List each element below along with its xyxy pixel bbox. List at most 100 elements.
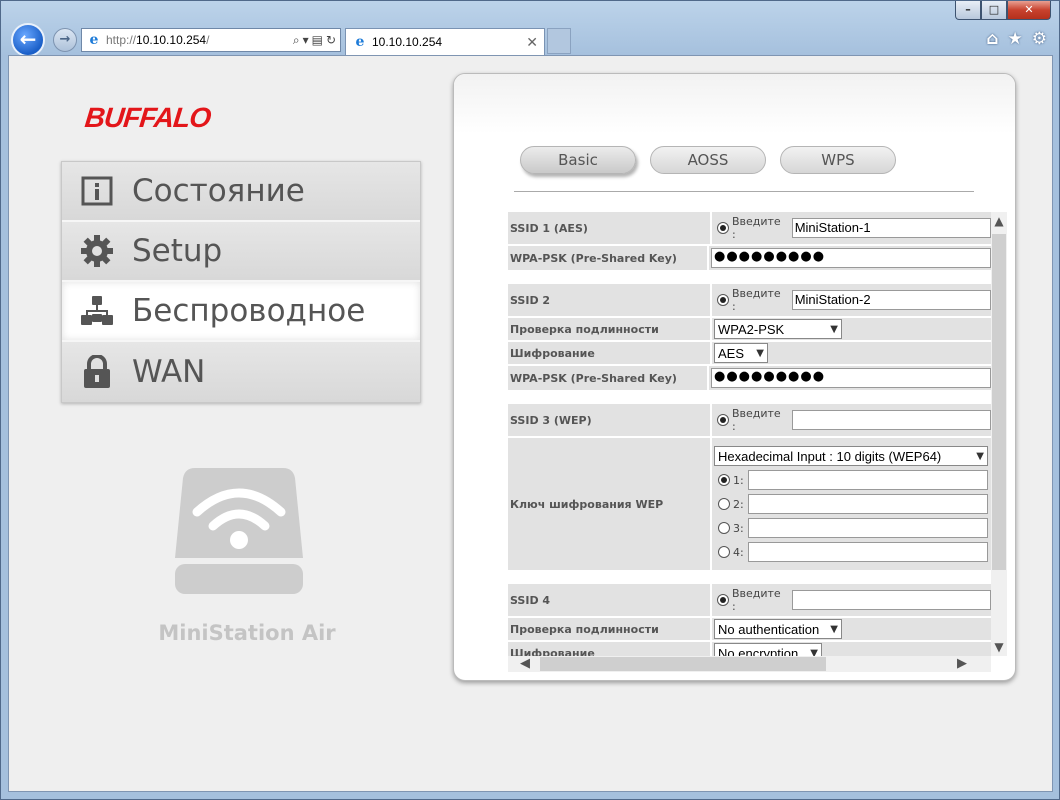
wep-key-2-row: 2:	[714, 494, 988, 514]
wep-key-1-radio[interactable]	[718, 474, 730, 486]
maximize-button[interactable]: □	[981, 1, 1007, 20]
favorites-icon[interactable]: ★	[1008, 29, 1023, 49]
ssid1-label: SSID 1 (AES)	[508, 212, 710, 244]
tab-close-icon[interactable]: ✕	[526, 34, 538, 51]
wep-key-1-input[interactable]	[747, 470, 988, 490]
ssid3-enter-radio[interactable]	[717, 414, 729, 426]
ssid4-auth-select[interactable]: No authentication ▼	[714, 619, 842, 639]
forward-button[interactable]: →	[53, 28, 77, 52]
ssid3-input[interactable]	[791, 410, 991, 430]
sidebar-item-status[interactable]: Состояние	[62, 162, 420, 222]
ssid4-enc-label: Шифрование	[508, 642, 710, 656]
wireless-network-icon	[79, 293, 115, 329]
wep-key-4-radio[interactable]	[718, 546, 730, 558]
vertical-scroll-thumb[interactable]	[992, 234, 1006, 570]
chevron-down-icon: ▼	[830, 623, 838, 635]
ssid2-enc-select[interactable]: AES ▼	[714, 343, 768, 363]
ssid2-auth-value: WPA2-PSK	[718, 321, 785, 337]
ssid4-input[interactable]	[791, 590, 991, 610]
scroll-left-icon[interactable]: ◀	[520, 656, 530, 672]
tab-basic[interactable]: Basic	[520, 146, 636, 174]
device-name: MiniStation Air	[158, 621, 336, 645]
address-bar[interactable]: e http:// 10.10.10.254 / ⌕ ▾ ▤ ↻	[81, 28, 341, 52]
ssid1-enter-radio[interactable]	[717, 222, 729, 234]
ssid2-psk-row: WPA-PSK (Pre-Shared Key) ●●●●●●●●●	[508, 366, 991, 390]
chevron-down-icon: ▼	[756, 347, 764, 359]
wep-key-2-radio[interactable]	[718, 498, 730, 510]
ssid4-row: SSID 4 Введите :	[508, 584, 991, 616]
ssid2-row: SSID 2 Введите : MiniStation-2	[508, 284, 991, 316]
ssid4-enter-radio[interactable]	[717, 594, 729, 606]
info-icon	[79, 173, 115, 209]
settings-icon[interactable]: ⚙	[1032, 29, 1047, 49]
tab-title: 10.10.10.254	[372, 35, 443, 49]
wep-type-select[interactable]: Hexadecimal Input : 10 digits (WEP64) ▼	[714, 446, 988, 466]
gear-icon	[79, 233, 115, 269]
ssid1-psk-input[interactable]: ●●●●●●●●●	[711, 248, 991, 268]
ssid4-enc-select[interactable]: No encryption ▼	[714, 643, 822, 656]
wep-key-3-input[interactable]	[747, 518, 988, 538]
wep-key-4-input[interactable]	[747, 542, 988, 562]
horizontal-scrollbar[interactable]: ◀ ▶	[508, 656, 991, 672]
ie-page-icon: e	[89, 32, 99, 48]
ssid2-auth-row: Проверка подлинности WPA2-PSK ▼	[508, 318, 991, 340]
wep-key-2-input[interactable]	[747, 494, 988, 514]
sidebar-item-label: Состояние	[132, 173, 305, 209]
new-tab-button[interactable]	[547, 28, 571, 54]
divider	[514, 191, 974, 192]
wireless-form: SSID 1 (AES) Введите : MiniStation-1 WPA…	[508, 212, 991, 656]
sidebar-item-label: WAN	[132, 354, 206, 390]
wep-key-3-label: 3:	[733, 521, 744, 535]
ssid2-psk-label: WPA-PSK (Pre-Shared Key)	[508, 366, 707, 390]
ssid2-input[interactable]: MiniStation-2	[791, 290, 991, 310]
compat-view-icon[interactable]: ▤	[312, 33, 323, 48]
window-controls: – □ ✕	[955, 1, 1051, 20]
dropdown-icon[interactable]: ▾	[303, 33, 309, 48]
ssid4-label: SSID 4	[508, 584, 710, 616]
refresh-icon[interactable]: ↻	[326, 33, 336, 48]
search-icon[interactable]: ⌕	[293, 33, 300, 48]
ssid2-enc-row: Шифрование AES ▼	[508, 342, 991, 364]
ssid2-auth-label: Проверка подлинности	[508, 318, 710, 340]
close-window-button[interactable]: ✕	[1007, 1, 1051, 20]
sidebar-item-wireless[interactable]: Беспроводное	[62, 282, 420, 342]
tab-wps[interactable]: WPS	[780, 146, 896, 174]
wep-key-3-radio[interactable]	[718, 522, 730, 534]
page-content: BUFFALO Состояние Setup Беспроводное WAN…	[8, 55, 1053, 792]
ssid2-auth-select[interactable]: WPA2-PSK ▼	[714, 319, 842, 339]
enter-label: Введите :	[731, 587, 781, 613]
wep-type-value: Hexadecimal Input : 10 digits (WEP64)	[718, 448, 942, 464]
tab-aoss[interactable]: AOSS	[650, 146, 766, 174]
ssid2-enter-radio[interactable]	[717, 294, 729, 306]
device-illustration	[175, 468, 303, 603]
ssid1-input[interactable]: MiniStation-1	[791, 218, 991, 238]
ssid2-label: SSID 2	[508, 284, 710, 316]
wep-key-2-label: 2:	[733, 497, 744, 511]
ssid3-label: SSID 3 (WEP)	[508, 404, 710, 436]
sidebar-menu: Состояние Setup Беспроводное WAN	[61, 161, 421, 403]
horizontal-scroll-thumb[interactable]	[540, 657, 826, 671]
home-icon[interactable]: ⌂	[986, 29, 998, 49]
scroll-right-icon[interactable]: ▶	[957, 656, 967, 672]
scroll-down-icon[interactable]: ▼	[991, 640, 1007, 654]
sidebar-item-wan[interactable]: WAN	[62, 342, 420, 402]
ssid2-enc-value: AES	[718, 345, 745, 361]
lock-icon	[79, 354, 115, 390]
enter-label: Введите :	[731, 287, 781, 313]
ssid4-enc-row: Шифрование No encryption ▼	[508, 642, 991, 656]
url-host: 10.10.10.254	[136, 33, 207, 47]
ssid2-psk-input[interactable]: ●●●●●●●●●	[711, 368, 991, 388]
ssid3-wep-row: Ключ шифрования WEP Hexadecimal Input : …	[508, 438, 991, 570]
buffalo-logo[interactable]: BUFFALO	[83, 102, 211, 134]
scroll-up-icon[interactable]: ▲	[991, 214, 1007, 228]
browser-tab[interactable]: e 10.10.10.254 ✕	[345, 28, 545, 55]
ssid1-psk-label: WPA-PSK (Pre-Shared Key)	[508, 246, 707, 270]
browser-window: – □ ✕ ← → e http:// 10.10.10.254 / ⌕ ▾ ▤…	[0, 0, 1060, 800]
vertical-scrollbar[interactable]: ▲ ▼	[991, 212, 1007, 656]
url-protocol: http://	[106, 33, 137, 47]
ssid1-psk-row: WPA-PSK (Pre-Shared Key) ●●●●●●●●●	[508, 246, 991, 270]
ssid4-enc-value: No encryption	[718, 645, 799, 657]
minimize-button[interactable]: –	[955, 1, 981, 20]
back-button[interactable]: ←	[11, 23, 45, 57]
sidebar-item-setup[interactable]: Setup	[62, 222, 420, 282]
